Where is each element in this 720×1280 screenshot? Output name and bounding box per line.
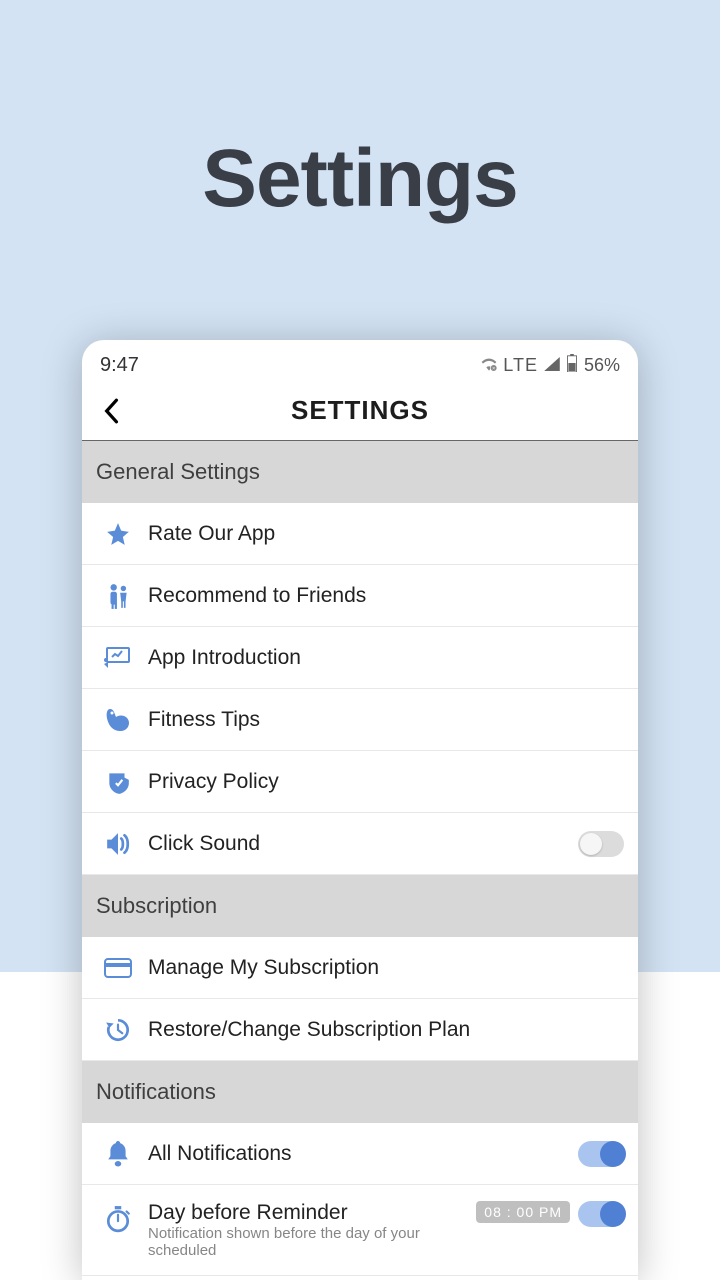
toggle-click-sound[interactable] bbox=[578, 831, 624, 857]
row-restore-subscription[interactable]: Restore/Change Subscription Plan bbox=[82, 999, 638, 1061]
section-header-general: General Settings bbox=[82, 441, 638, 503]
row-label: Fitness Tips bbox=[148, 708, 624, 732]
star-icon bbox=[96, 521, 140, 547]
status-bar: 9:47 × LTE 56% bbox=[82, 340, 638, 387]
row-click-sound: Click Sound bbox=[82, 813, 638, 875]
page-title: SETTINGS bbox=[96, 395, 624, 426]
status-time: 9:47 bbox=[100, 354, 139, 377]
people-icon bbox=[96, 582, 140, 610]
battery-icon bbox=[566, 354, 578, 377]
time-badge[interactable]: 08 : 00 PM bbox=[476, 1201, 570, 1223]
bell-icon bbox=[96, 1141, 140, 1167]
status-battery: 56% bbox=[584, 355, 620, 376]
row-manage-subscription[interactable]: Manage My Subscription bbox=[82, 937, 638, 999]
section-header-subscription: Subscription bbox=[82, 875, 638, 937]
restore-icon bbox=[96, 1016, 140, 1044]
presentation-icon bbox=[96, 646, 140, 670]
toggle-day-before[interactable] bbox=[578, 1201, 624, 1227]
muscle-icon bbox=[96, 707, 140, 733]
row-label: Click Sound bbox=[148, 832, 578, 856]
row-fitness[interactable]: Fitness Tips bbox=[82, 689, 638, 751]
row-label: Privacy Policy bbox=[148, 770, 624, 794]
row-label: Day before Reminder bbox=[148, 1201, 476, 1225]
shield-icon bbox=[96, 769, 140, 795]
stopwatch-icon bbox=[96, 1205, 140, 1233]
signal-icon bbox=[544, 355, 560, 376]
row-label: Rate Our App bbox=[148, 522, 624, 546]
row-label: App Introduction bbox=[148, 646, 624, 670]
toggle-all-notifications[interactable] bbox=[578, 1141, 624, 1167]
phone-frame: 9:47 × LTE 56% SETTINGS General Settings… bbox=[82, 340, 638, 1280]
row-privacy[interactable]: Privacy Policy bbox=[82, 751, 638, 813]
row-subtitle: Notification shown before the day of you… bbox=[148, 1225, 476, 1259]
row-intro[interactable]: App Introduction bbox=[82, 627, 638, 689]
app-bar: SETTINGS bbox=[82, 387, 638, 441]
row-all-notifications: All Notifications bbox=[82, 1123, 638, 1185]
section-header-notifications: Notifications bbox=[82, 1061, 638, 1123]
row-label: Recommend to Friends bbox=[148, 584, 624, 608]
row-recommend[interactable]: Recommend to Friends bbox=[82, 565, 638, 627]
row-label: All Notifications bbox=[148, 1142, 578, 1166]
svg-text:×: × bbox=[492, 366, 495, 371]
card-icon bbox=[96, 957, 140, 979]
status-carrier: LTE bbox=[503, 355, 538, 376]
row-label: Manage My Subscription bbox=[148, 956, 624, 980]
sound-icon bbox=[96, 832, 140, 856]
row-label: Restore/Change Subscription Plan bbox=[148, 1018, 624, 1042]
row-rate-app[interactable]: Rate Our App bbox=[82, 503, 638, 565]
hero-title: Settings bbox=[0, 132, 720, 226]
wifi-icon: × bbox=[481, 355, 497, 376]
status-right: × LTE 56% bbox=[481, 354, 620, 377]
row-day-before-reminder: Day before Reminder Notification shown b… bbox=[82, 1185, 638, 1276]
